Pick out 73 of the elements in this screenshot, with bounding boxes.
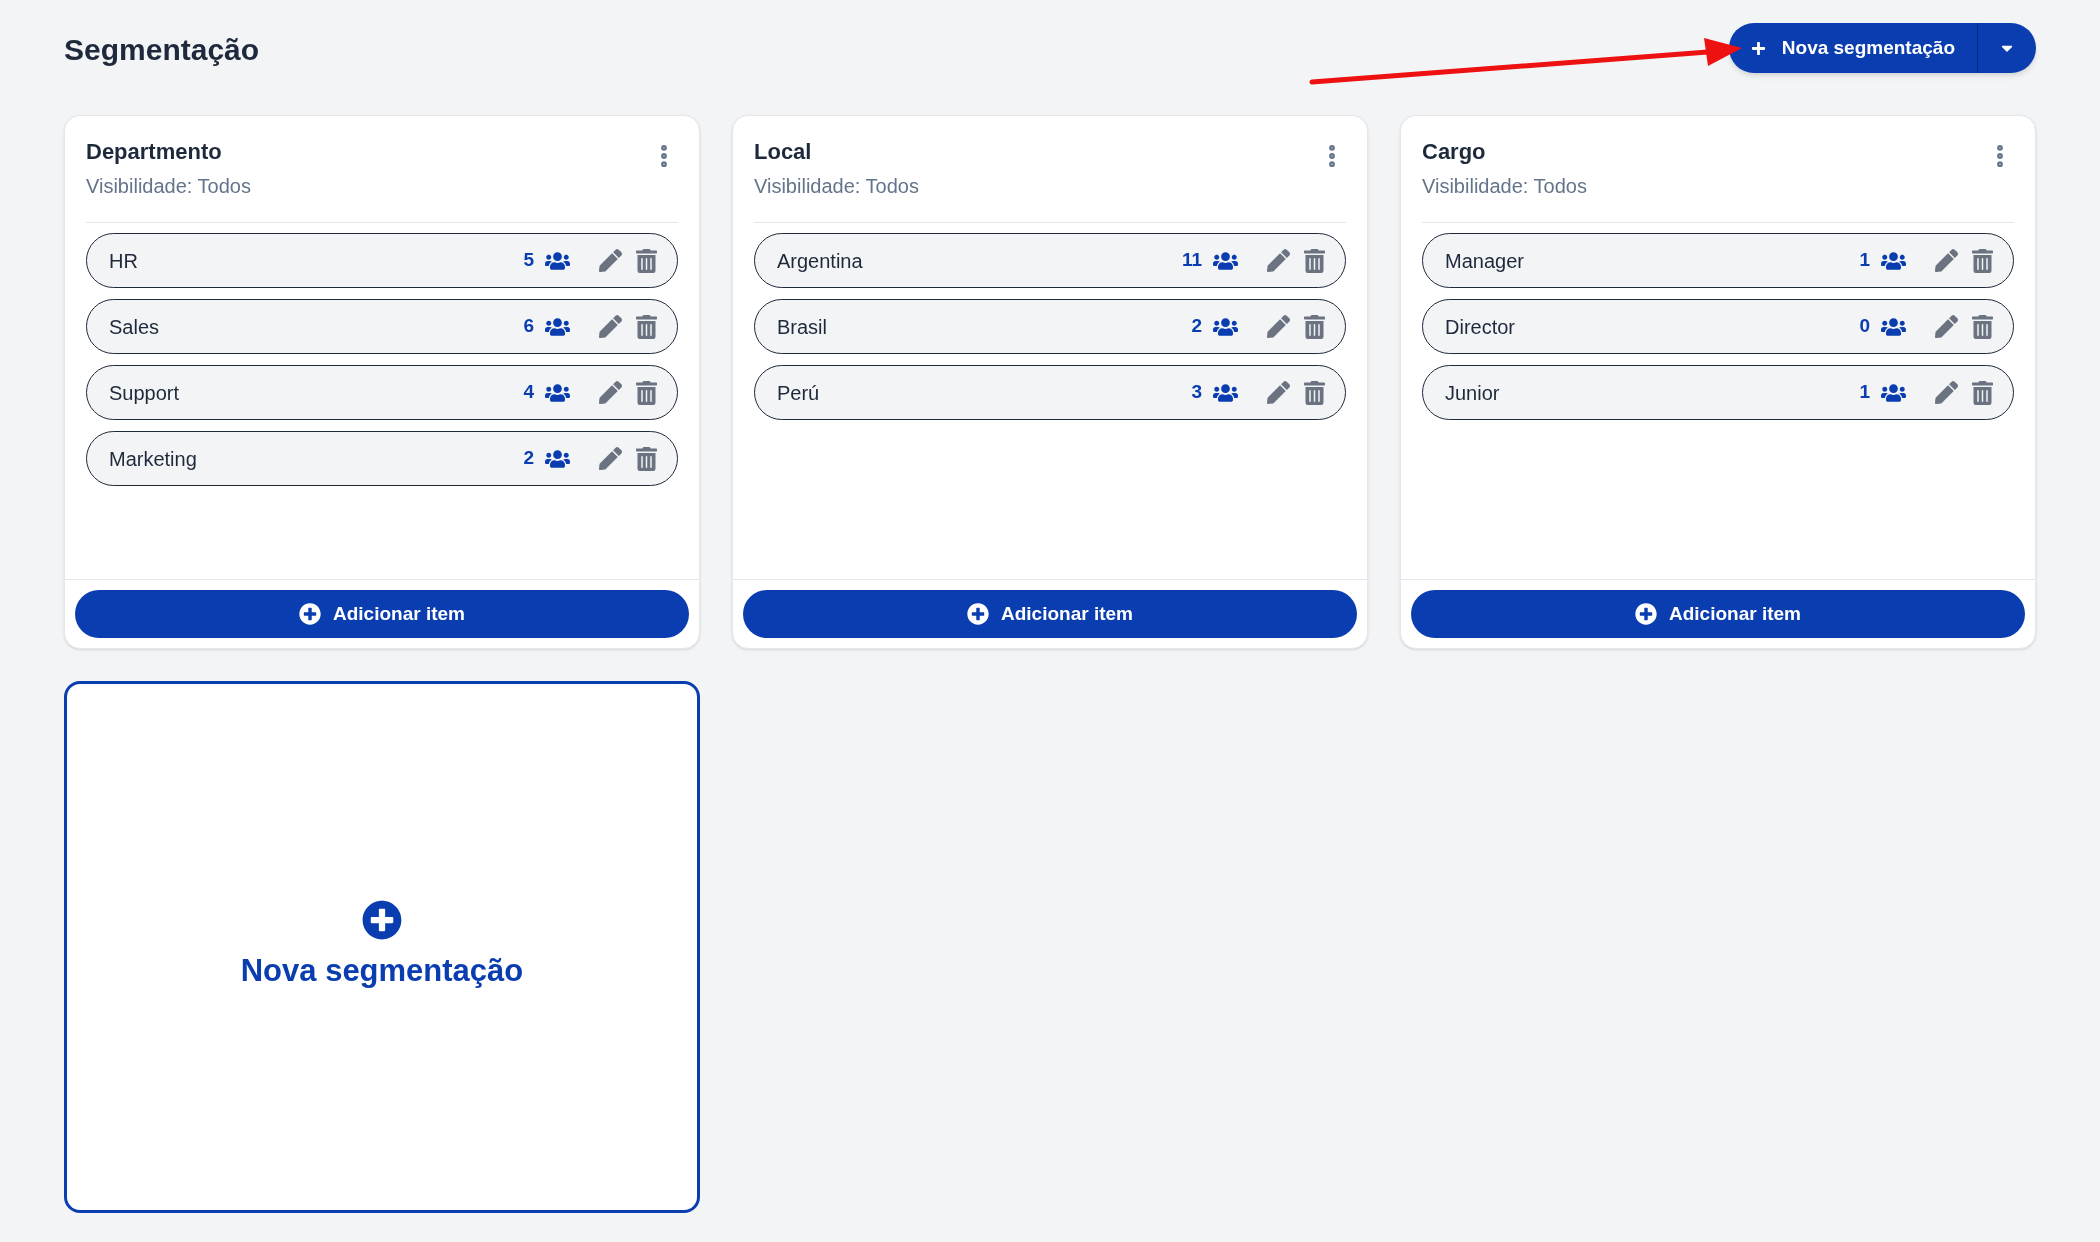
member-count: 6 [523,314,534,339]
delete-icon[interactable] [636,446,657,471]
delete-icon[interactable] [1304,380,1325,405]
edit-icon[interactable] [599,447,622,470]
item-name: Perú [777,380,821,406]
edit-icon[interactable] [599,381,622,404]
edit-icon[interactable] [1267,381,1290,404]
delete-icon[interactable] [1972,380,1993,405]
delete-icon[interactable] [636,314,657,339]
item-name: HR [109,248,139,274]
visibility-label: Visibilidade: Todos [754,174,919,199]
edit-icon[interactable] [1267,249,1290,272]
new-segmentation-card[interactable]: Nova segmentação [64,681,700,1213]
segment-item[interactable]: Junior 1 [1422,365,2014,420]
users-icon [544,316,571,337]
segment-item[interactable]: Sales 6 [86,299,678,354]
item-name: Sales [109,314,161,340]
item-name: Brasil [777,314,828,340]
users-icon [1212,250,1239,271]
users-icon [1212,316,1239,337]
add-item-button[interactable]: Adicionar item [743,590,1357,638]
item-name: Manager [1445,248,1525,274]
member-count: 0 [1859,314,1870,339]
users-icon [1880,316,1907,337]
item-name: Support [109,380,181,406]
delete-icon[interactable] [636,248,657,273]
users-icon [544,250,571,271]
delete-icon[interactable] [1972,248,1993,273]
member-count: 2 [1191,314,1202,339]
segment-item[interactable]: Manager 1 [1422,233,2014,288]
visibility-label: Visibilidade: Todos [86,174,251,199]
member-count: 1 [1859,248,1870,273]
edit-icon[interactable] [1935,249,1958,272]
edit-icon[interactable] [1935,315,1958,338]
page-title: Segmentação [64,32,260,68]
segment-item[interactable]: Support 4 [86,365,678,420]
segment-item[interactable]: Brasil 2 [754,299,1346,354]
add-item-button[interactable]: Adicionar item [75,590,689,638]
edit-icon[interactable] [599,249,622,272]
plus-icon [1750,40,1766,56]
item-name: Director [1445,314,1516,340]
visibility-label: Visibilidade: Todos [1422,174,1587,199]
users-icon [1212,382,1239,403]
member-count: 3 [1191,380,1202,405]
member-count: 2 [523,446,534,471]
segment-item[interactable]: Argentina 11 [754,233,1346,288]
users-icon [1880,250,1907,271]
item-name: Argentina [777,248,864,274]
edit-icon[interactable] [1935,381,1958,404]
item-name: Junior [1445,380,1501,406]
member-count: 5 [523,248,534,273]
member-count: 4 [523,380,534,405]
delete-icon[interactable] [1304,248,1325,273]
card-title: Local [754,138,813,166]
users-icon [1880,382,1907,403]
new-segmentation-label: Nova segmentação [240,951,524,990]
edit-icon[interactable] [1267,315,1290,338]
delete-icon[interactable] [1972,314,1993,339]
segment-item[interactable]: HR 5 [86,233,678,288]
segment-item[interactable]: Director 0 [1422,299,2014,354]
card-title: Departmento [86,138,223,166]
delete-icon[interactable] [636,380,657,405]
member-count: 11 [1181,248,1202,273]
card-title: Cargo [1422,138,1487,166]
users-icon [544,448,571,469]
item-name: Marketing [109,446,198,472]
member-count: 1 [1859,380,1870,405]
users-icon [544,382,571,403]
segment-item[interactable]: Perú 3 [754,365,1346,420]
segment-item[interactable]: Marketing 2 [86,431,678,486]
delete-icon[interactable] [1304,314,1325,339]
add-item-button[interactable]: Adicionar item [1411,590,2025,638]
edit-icon[interactable] [599,315,622,338]
